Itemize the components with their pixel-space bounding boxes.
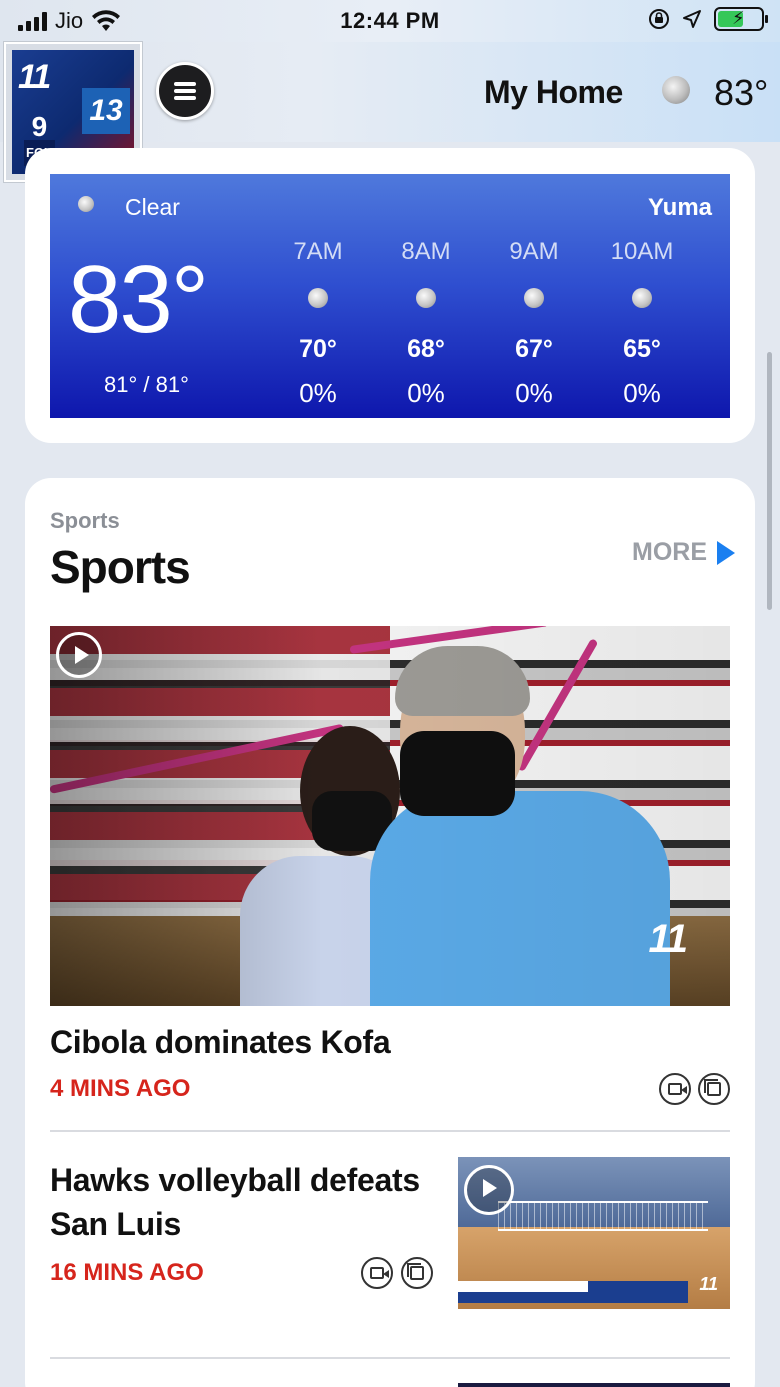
divider xyxy=(50,1357,730,1359)
more-link[interactable]: MORE xyxy=(632,538,735,567)
story-hero-image[interactable]: 11 xyxy=(50,626,730,1006)
moon-icon xyxy=(416,288,436,308)
current-temperature: 83° xyxy=(68,246,209,353)
status-bar: Jio 12:44 PM ⚡ xyxy=(0,0,780,42)
story-time-ago: 4 MINS AGO xyxy=(50,1075,191,1102)
hour-precip: 0% xyxy=(515,378,553,408)
play-arrow-icon xyxy=(717,540,735,565)
hour-time: 10AM xyxy=(610,238,674,265)
story-headline[interactable]: Hawks volleyball defeats San Luis xyxy=(50,1158,420,1246)
current-condition-moon-icon xyxy=(78,196,94,212)
hi-lo-temperature: 81° / 81° xyxy=(104,372,189,397)
more-label: MORE xyxy=(632,538,707,566)
hour-temp: 65° xyxy=(623,335,661,363)
moon-icon xyxy=(308,288,328,308)
hour-time: 9AM xyxy=(509,238,559,265)
story-headline[interactable]: Cibola dominates Kofa xyxy=(50,1020,391,1064)
gallery-icon xyxy=(698,1073,730,1105)
hourly-forecast: 7AM 70° 0% 8AM 68° 0% 9AM 67° 0% 10AM 65… xyxy=(264,238,696,409)
video-icon xyxy=(659,1073,691,1105)
hour-time: 8AM xyxy=(401,238,451,265)
volleyball-net xyxy=(498,1201,708,1231)
header-title[interactable]: My Home xyxy=(484,74,623,111)
hourly-item: 8AM 68° 0% xyxy=(372,238,480,409)
station-watermark: 11 xyxy=(699,1274,718,1294)
gallery-icon xyxy=(401,1257,433,1289)
play-video-icon[interactable] xyxy=(464,1165,514,1215)
hour-time: 7AM xyxy=(293,238,343,265)
station-watermark: 11 xyxy=(648,917,688,961)
hour-precip: 0% xyxy=(623,378,661,408)
hour-precip: 0% xyxy=(299,378,337,408)
hour-temp: 68° xyxy=(407,335,445,363)
menu-icon xyxy=(174,82,196,100)
scrollbar[interactable] xyxy=(767,352,772,610)
lower-third-graphic xyxy=(458,1281,688,1303)
weather-condition: Clear xyxy=(125,194,180,220)
hour-precip: 0% xyxy=(407,378,445,408)
weather-panel[interactable]: Clear Yuma 83° 81° / 81° 7AM 70° 0% 8AM … xyxy=(50,174,730,418)
weather-city: Yuma xyxy=(647,194,712,221)
orientation-lock-icon xyxy=(649,9,669,29)
hourly-item: 10AM 65° 0% xyxy=(588,238,696,409)
moon-icon xyxy=(524,288,544,308)
section-kicker: Sports xyxy=(50,508,120,533)
hour-temp: 70° xyxy=(299,335,337,363)
moon-icon xyxy=(632,288,652,308)
menu-button[interactable] xyxy=(156,62,214,120)
battery-icon: ⚡ xyxy=(714,7,768,31)
image-shade xyxy=(50,626,730,1006)
location-icon xyxy=(683,10,701,28)
hourly-item: 9AM 67° 0% xyxy=(480,238,588,409)
header-temperature[interactable]: 83° xyxy=(714,72,768,114)
logo-13: 13 xyxy=(82,88,130,134)
story-thumbnail[interactable]: 11 xyxy=(458,1157,730,1309)
story-time-ago: 16 MINS AGO xyxy=(50,1259,204,1286)
section-title: Sports xyxy=(50,541,191,593)
story-headline-line-2: San Luis xyxy=(50,1206,181,1242)
hour-temp: 67° xyxy=(515,335,553,363)
video-icon xyxy=(361,1257,393,1289)
story-headline-line-1: Hawks volleyball defeats xyxy=(50,1162,420,1198)
hourly-item: 7AM 70° 0% xyxy=(264,238,372,409)
status-right: ⚡ xyxy=(648,7,768,31)
logo-9: 9 xyxy=(31,111,48,142)
moon-icon xyxy=(662,76,690,104)
divider xyxy=(50,1130,730,1132)
play-video-icon[interactable] xyxy=(56,632,102,678)
logo-11: 11 xyxy=(18,58,51,96)
story-thumbnail-partial[interactable] xyxy=(458,1383,730,1387)
